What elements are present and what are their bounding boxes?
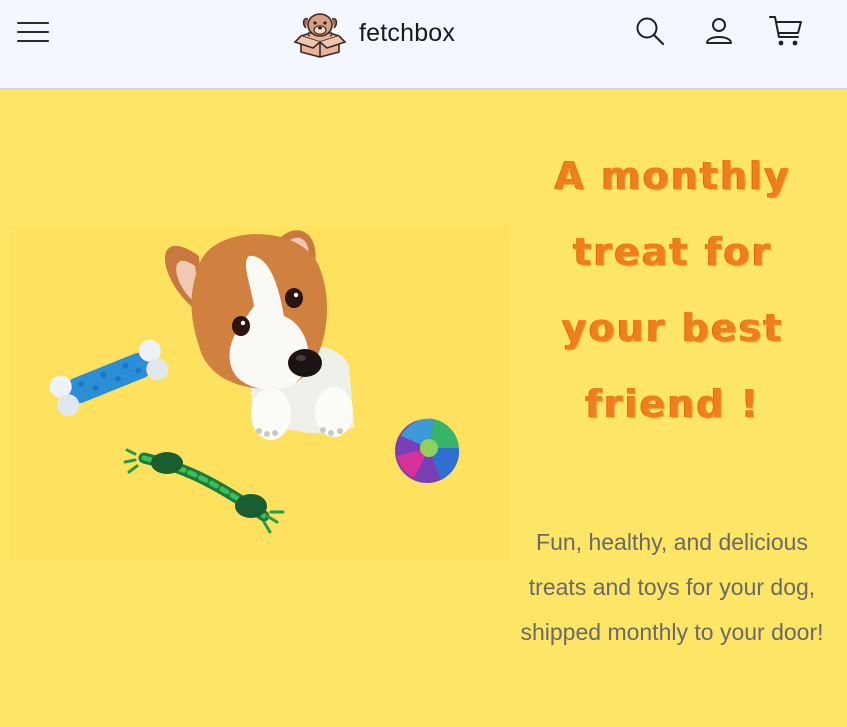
hamburger-menu-icon[interactable] — [17, 19, 49, 45]
site-header: fetchbox — [0, 0, 847, 89]
hero-subtext: Fun, healthy, and delicious treats and t… — [520, 529, 824, 645]
cart-icon[interactable] — [767, 12, 805, 50]
corgi-puppy-with-toys — [9, 226, 509, 560]
search-icon[interactable] — [631, 12, 669, 50]
brand-home-link[interactable]: fetchbox — [293, 8, 455, 58]
brand-name: fetchbox — [359, 18, 456, 47]
user-icon[interactable] — [700, 12, 738, 50]
dog-in-box-logo — [293, 13, 347, 58]
hero-headline: A monthly treat for your best friend ! — [554, 154, 792, 426]
